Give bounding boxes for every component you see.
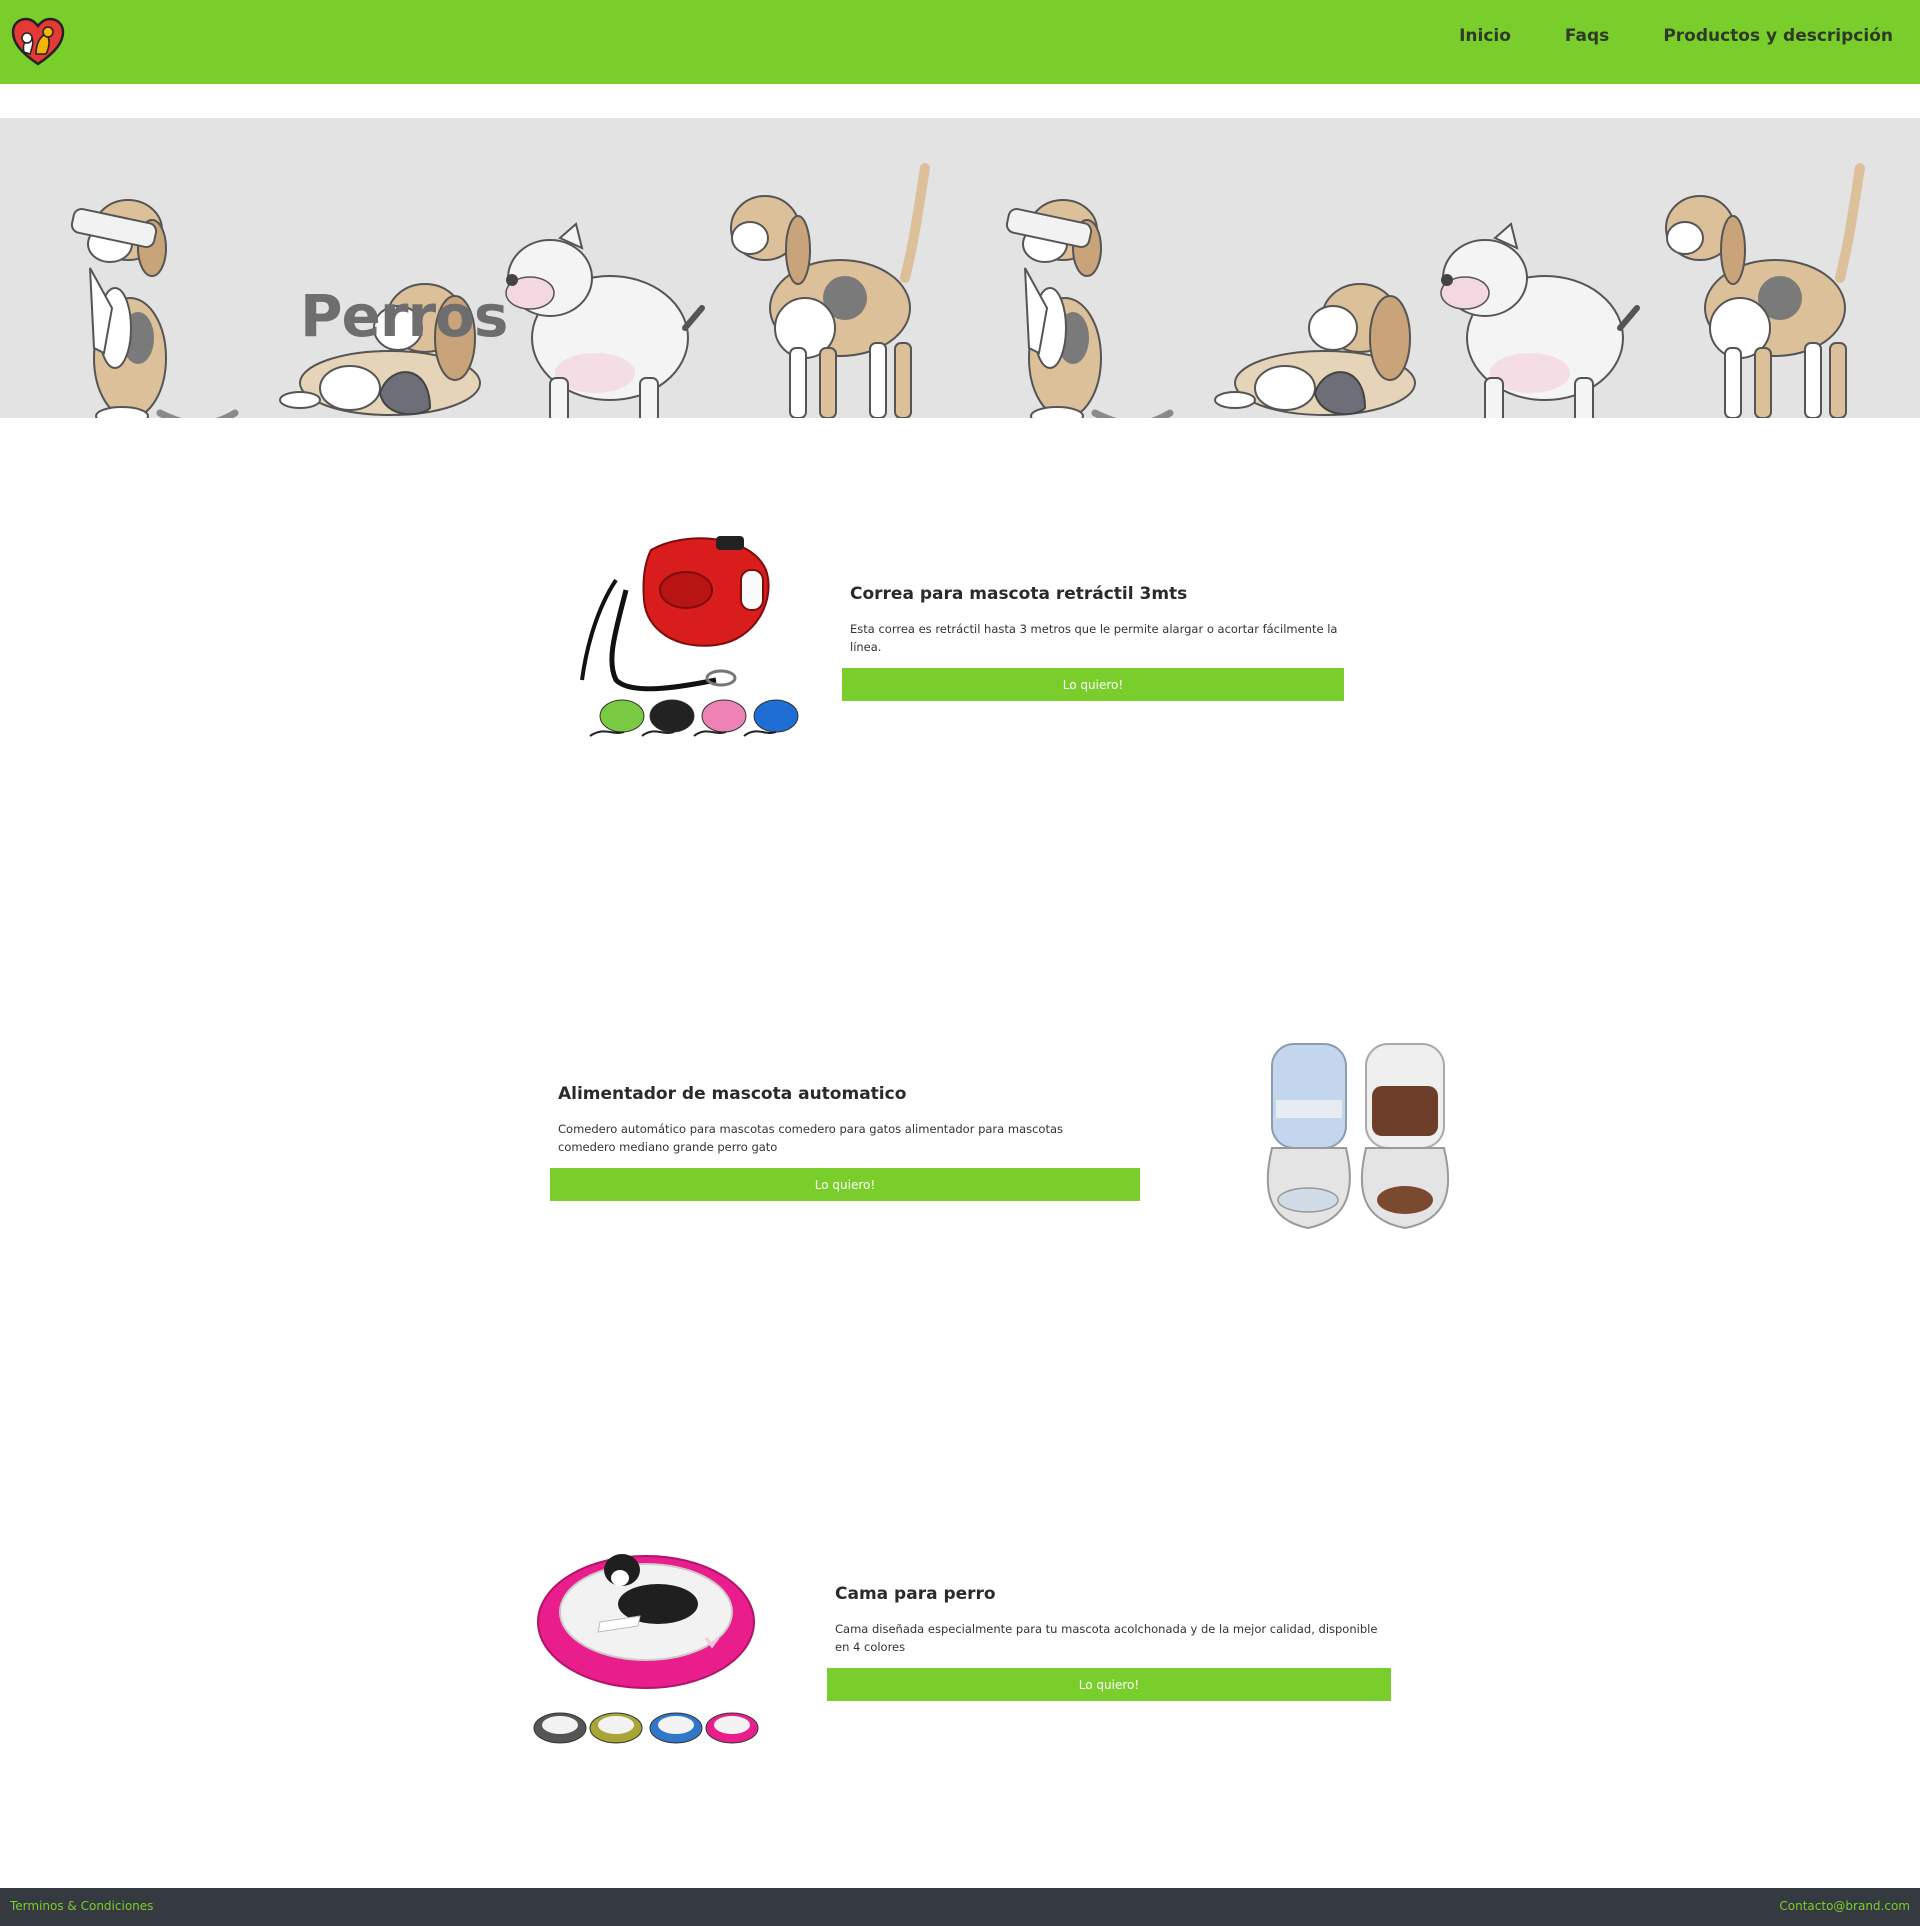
nav-link-faqs[interactable]: Faqs [1565,26,1609,46]
page: Inicio Faqs Productos y descripción Perr… [0,0,1920,1926]
heart-pets-logo-icon[interactable] [10,16,66,68]
retractable-leash-image[interactable] [576,530,808,745]
product-info: Alimentador de mascota automatico Comede… [550,1084,1140,1201]
footer: Terminos & Condiciones Contacto@brand.co… [0,1888,1920,1926]
product-info: Correa para mascota retráctil 3mts Esta … [842,584,1344,701]
terms-link[interactable]: Terminos & Condiciones [10,1899,153,1913]
product-title: Cama para perro [835,1584,996,1604]
buy-button[interactable]: Lo quiero! [827,1668,1391,1701]
product-title: Alimentador de mascota automatico [558,1084,907,1104]
nav-link-inicio[interactable]: Inicio [1459,26,1511,46]
main-nav: Inicio Faqs Productos y descripción [1459,0,1893,72]
automatic-feeder-image[interactable] [1262,1040,1454,1236]
dogs-pattern-illustration [0,118,1920,418]
page-title: Perros [300,282,508,350]
contact-email-link[interactable]: Contacto@brand.com [1779,1899,1910,1913]
top-navbar: Inicio Faqs Productos y descripción [0,0,1920,84]
buy-button[interactable]: Lo quiero! [842,668,1344,701]
product-description: Comedero automático para mascotas comede… [558,1122,1064,1154]
product-title: Correa para mascota retráctil 3mts [850,584,1188,604]
buy-button[interactable]: Lo quiero! [550,1168,1140,1201]
product-description: Esta correa es retráctil hasta 3 metros … [850,622,1338,654]
dog-bed-image[interactable] [530,1542,762,1748]
nav-link-productos[interactable]: Productos y descripción [1663,26,1893,46]
hero-banner: Perros [0,118,1920,418]
product-description: Cama diseñada especialmente para tu masc… [835,1622,1378,1654]
product-info: Cama para perro Cama diseñada especialme… [827,1584,1391,1701]
